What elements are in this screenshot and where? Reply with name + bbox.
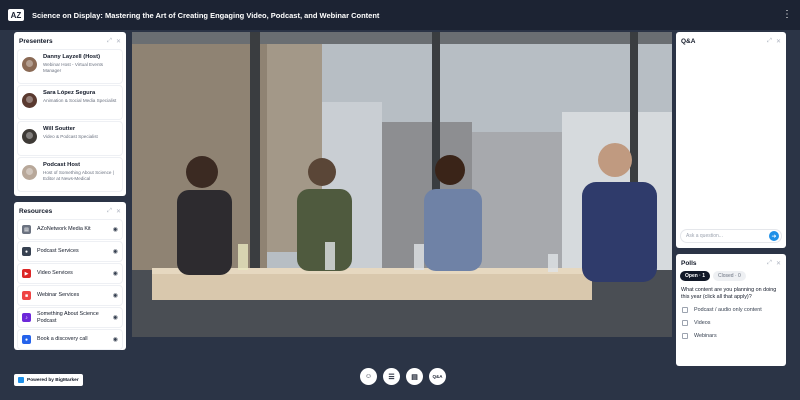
expand-icon[interactable]: ⤢ — [767, 38, 772, 45]
send-icon[interactable]: ➜ — [769, 231, 779, 241]
resource-label: Video Services — [37, 270, 73, 277]
resource-item[interactable]: ▤ AZoNetwork Media Kit ◉ — [18, 220, 122, 239]
more-menu-icon[interactable]: ⋮ — [782, 10, 792, 20]
presenters-header: Presenters ⤢ ✕ — [14, 35, 126, 47]
resource-label: Podcast Services — [37, 248, 79, 255]
resource-item[interactable]: ▶ Video Services ◉ — [18, 264, 122, 283]
bottom-toolbar: ☺ ☰ ▤ Q&A — [360, 368, 446, 385]
poll-option-label: Podcast / audio only content — [694, 307, 762, 313]
resources-panel: Resources ⤢ ✕ ▤ AZoNetwork Media Kit ◉ ● Pod… — [14, 202, 126, 350]
avatar — [22, 165, 37, 180]
close-icon[interactable]: ✕ — [116, 38, 121, 45]
close-icon[interactable]: ✕ — [776, 38, 781, 45]
bigmarker-icon — [18, 377, 24, 383]
poll-option-label: Webinars — [694, 333, 717, 339]
checkbox[interactable] — [682, 307, 688, 313]
resource-icon: ● — [22, 247, 31, 256]
presenter-card[interactable]: Sara López Segura Animation & Social Medi… — [18, 86, 122, 119]
polls-panel: Polls ⤢ ✕ Open · 1 Closed · 0 What conte… — [676, 254, 786, 366]
eye-icon[interactable]: ◉ — [113, 248, 118, 255]
resource-label: Webinar Services — [37, 292, 80, 299]
eye-icon[interactable]: ◉ — [113, 292, 118, 299]
avatar — [22, 129, 37, 144]
resource-item[interactable]: ● Book a discovery call ◉ — [18, 330, 122, 349]
document-icon[interactable]: ▤ — [406, 368, 423, 385]
eye-icon[interactable]: ◉ — [113, 270, 118, 277]
poll-option[interactable]: Podcast / audio only content — [676, 303, 786, 316]
checklist-icon[interactable]: ☰ — [383, 368, 400, 385]
qa-header: Q&A ⤢ ✕ — [676, 35, 786, 47]
poll-option[interactable]: Videos — [676, 316, 786, 329]
resource-icon: ● — [22, 335, 31, 344]
eye-icon[interactable]: ◉ — [113, 336, 118, 343]
resource-icon: ▤ — [22, 225, 31, 234]
presenter-name: Sara López Segura — [43, 90, 96, 96]
poll-option[interactable]: Webinars — [676, 329, 786, 342]
resource-label: Something About Science Podcast — [37, 311, 99, 324]
resources-header: Resources ⤢ ✕ — [14, 205, 126, 217]
resource-item[interactable]: ■ Webinar Services ◉ — [18, 286, 122, 305]
resource-item[interactable]: ♪ Something About Science Podcast ◉ — [18, 308, 122, 327]
presenters-panel: Presenters ⤢ ✕ Danny Layzell (Host) Webin… — [14, 32, 126, 196]
presenter-card[interactable]: Podcast Host Host of Something About Scie… — [18, 158, 122, 191]
event-title: Science on Display: Mastering the Art of… — [32, 10, 380, 20]
presenter-role: Webinar Host - Virtual Events Manager — [43, 62, 104, 73]
powered-by-badge[interactable]: Powered by BigMarker — [14, 374, 83, 386]
qa-panel: Q&A ⤢ ✕ Ask a question... ➜ — [676, 32, 786, 248]
resource-label: Book a discovery call — [37, 336, 88, 343]
presenters-title: Presenters — [19, 37, 53, 45]
question-placeholder: Ask a question... — [686, 233, 723, 239]
resources-title: Resources — [19, 207, 53, 215]
presenter-card[interactable]: Danny Layzell (Host) Webinar Host - Virtu… — [18, 50, 122, 83]
polls-header: Polls ⤢ ✕ — [676, 257, 786, 269]
qa-title: Q&A — [681, 37, 696, 45]
avatar — [22, 57, 37, 72]
checkbox[interactable] — [682, 320, 688, 326]
qa-icon[interactable]: Q&A — [429, 368, 446, 385]
video-stream[interactable] — [132, 32, 672, 337]
poll-question: What content are you planning on doing t… — [681, 287, 777, 300]
close-icon[interactable]: ✕ — [776, 260, 781, 267]
presenter-role: Video & Podcast Specialist — [43, 134, 98, 139]
people-icon[interactable]: ☺ — [360, 368, 377, 385]
close-icon[interactable]: ✕ — [116, 208, 121, 215]
expand-icon[interactable]: ⤢ — [767, 260, 772, 267]
powered-by-text: Powered by BigMarker — [27, 377, 79, 383]
presenter-name: Will Soutter — [43, 126, 76, 132]
presenter-role: Host of Something About Science | Editor… — [43, 170, 114, 181]
resource-icon: ▶ — [22, 269, 31, 278]
presenter-role: Animation & Social Media Specialist — [43, 98, 117, 103]
poll-option-label: Videos — [694, 320, 711, 326]
checkbox[interactable] — [682, 333, 688, 339]
video-frame — [132, 32, 672, 337]
resource-label: AZoNetwork Media Kit — [37, 226, 91, 233]
presenter-name: Podcast Host — [43, 162, 81, 168]
avatar — [22, 93, 37, 108]
expand-icon[interactable]: ⤢ — [107, 38, 112, 45]
resource-icon: ■ — [22, 291, 31, 300]
tab-open-polls[interactable]: Open · 1 — [680, 271, 711, 281]
tab-closed-polls[interactable]: Closed · 0 — [713, 271, 746, 281]
app-logo: AZ — [8, 9, 24, 21]
question-input[interactable]: Ask a question... ➜ — [680, 229, 782, 243]
presenter-card[interactable]: Will Soutter Video & Podcast Specialist — [18, 122, 122, 155]
eye-icon[interactable]: ◉ — [113, 226, 118, 233]
top-bar: AZ Science on Display: Mastering the Art… — [0, 0, 800, 30]
eye-icon[interactable]: ◉ — [113, 314, 118, 321]
expand-icon[interactable]: ⤢ — [107, 208, 112, 215]
resource-icon: ♪ — [22, 313, 31, 322]
polls-title: Polls — [681, 259, 697, 267]
resource-item[interactable]: ● Podcast Services ◉ — [18, 242, 122, 261]
presenter-name: Danny Layzell (Host) — [43, 54, 101, 60]
